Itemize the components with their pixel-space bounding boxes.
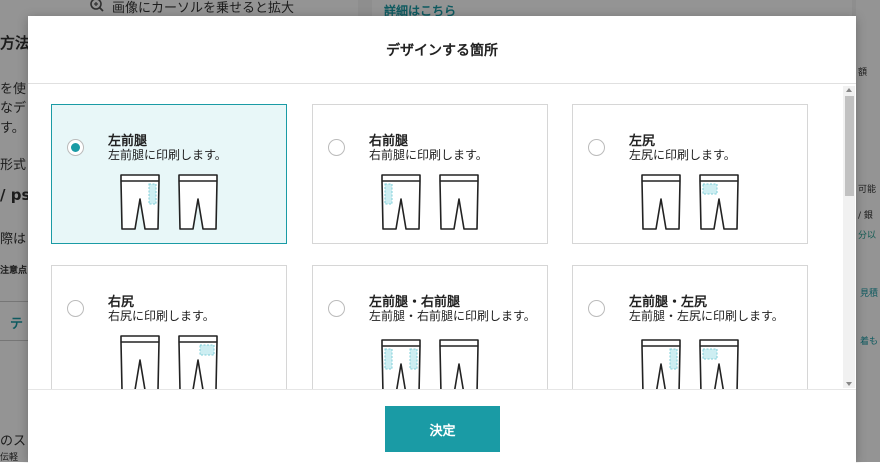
pants-front-icon: [641, 339, 681, 389]
option-description: 右前腿に印刷します。: [369, 148, 488, 162]
radio-button[interactable]: [67, 139, 84, 156]
print-area-mark: [409, 348, 418, 370]
design-location-modal: デザインする箇所 左前腿 左前腿に印刷します。 右前腿 右前腿に印刷します。 左…: [28, 16, 856, 463]
print-area-mark: [199, 344, 215, 356]
option-left-hip[interactable]: 左尻 左尻に印刷します。: [572, 104, 808, 244]
print-area-mark: [669, 348, 678, 370]
option-description: 左尻に印刷します。: [629, 148, 736, 162]
print-area-mark: [702, 348, 718, 360]
option-both-front-thighs[interactable]: 左前腿・右前腿 左前腿・右前腿に印刷します。: [312, 265, 548, 389]
radio-button[interactable]: [588, 139, 605, 156]
scrollbar-thumb[interactable]: [845, 96, 854, 196]
option-description: 左前腿・左尻に印刷します。: [629, 309, 784, 323]
option-description: 左前腿に印刷します。: [108, 148, 227, 162]
option-right-front-thigh[interactable]: 右前腿 右前腿に印刷します。: [312, 104, 548, 244]
pants-back-icon: [699, 339, 739, 389]
scroll-up-arrow-icon[interactable]: [846, 88, 852, 92]
option-title: 左前腿・左尻: [629, 295, 708, 310]
radio-button[interactable]: [588, 300, 605, 317]
radio-button[interactable]: [328, 139, 345, 156]
pants-front-icon: [381, 174, 421, 230]
option-left-front-thigh-left-hip[interactable]: 左前腿・左尻 左前腿・左尻に印刷します。: [572, 265, 808, 389]
option-title: 左前腿: [108, 134, 148, 149]
option-description: 左前腿・右前腿に印刷します。: [369, 309, 536, 323]
options-grid: 左前腿 左前腿に印刷します。 右前腿 右前腿に印刷します。 左尻 左尻に印刷しま…: [28, 84, 856, 389]
confirm-button[interactable]: 決定: [385, 406, 500, 452]
print-area-mark: [148, 183, 157, 205]
pants-back-icon: [178, 335, 218, 389]
option-title: 左尻: [629, 134, 656, 149]
print-area-mark: [384, 348, 393, 370]
option-title: 左前腿・右前腿: [369, 295, 461, 310]
pants-back-icon: [439, 339, 479, 389]
pants-back-icon: [178, 174, 218, 230]
option-title: 右尻: [108, 295, 135, 310]
option-left-front-thigh[interactable]: 左前腿 左前腿に印刷します。: [51, 104, 287, 244]
print-area-mark: [702, 183, 718, 195]
pants-front-icon: [120, 174, 160, 230]
pants-back-icon: [699, 174, 739, 230]
print-area-mark: [384, 183, 393, 205]
radio-button[interactable]: [328, 300, 345, 317]
pants-front-icon: [120, 335, 160, 389]
scroll-down-arrow-icon[interactable]: [846, 382, 852, 386]
radio-button[interactable]: [67, 300, 84, 317]
option-title: 右前腿: [369, 134, 409, 149]
modal-title: デザインする箇所: [28, 16, 856, 84]
pants-back-icon: [439, 174, 479, 230]
pants-front-icon: [381, 339, 421, 389]
option-right-hip[interactable]: 右尻 右尻に印刷します。: [51, 265, 287, 389]
modal-scrollbar[interactable]: [843, 86, 855, 388]
modal-footer: 決定: [28, 389, 856, 463]
option-description: 右尻に印刷します。: [108, 309, 215, 323]
pants-front-icon: [641, 174, 681, 230]
